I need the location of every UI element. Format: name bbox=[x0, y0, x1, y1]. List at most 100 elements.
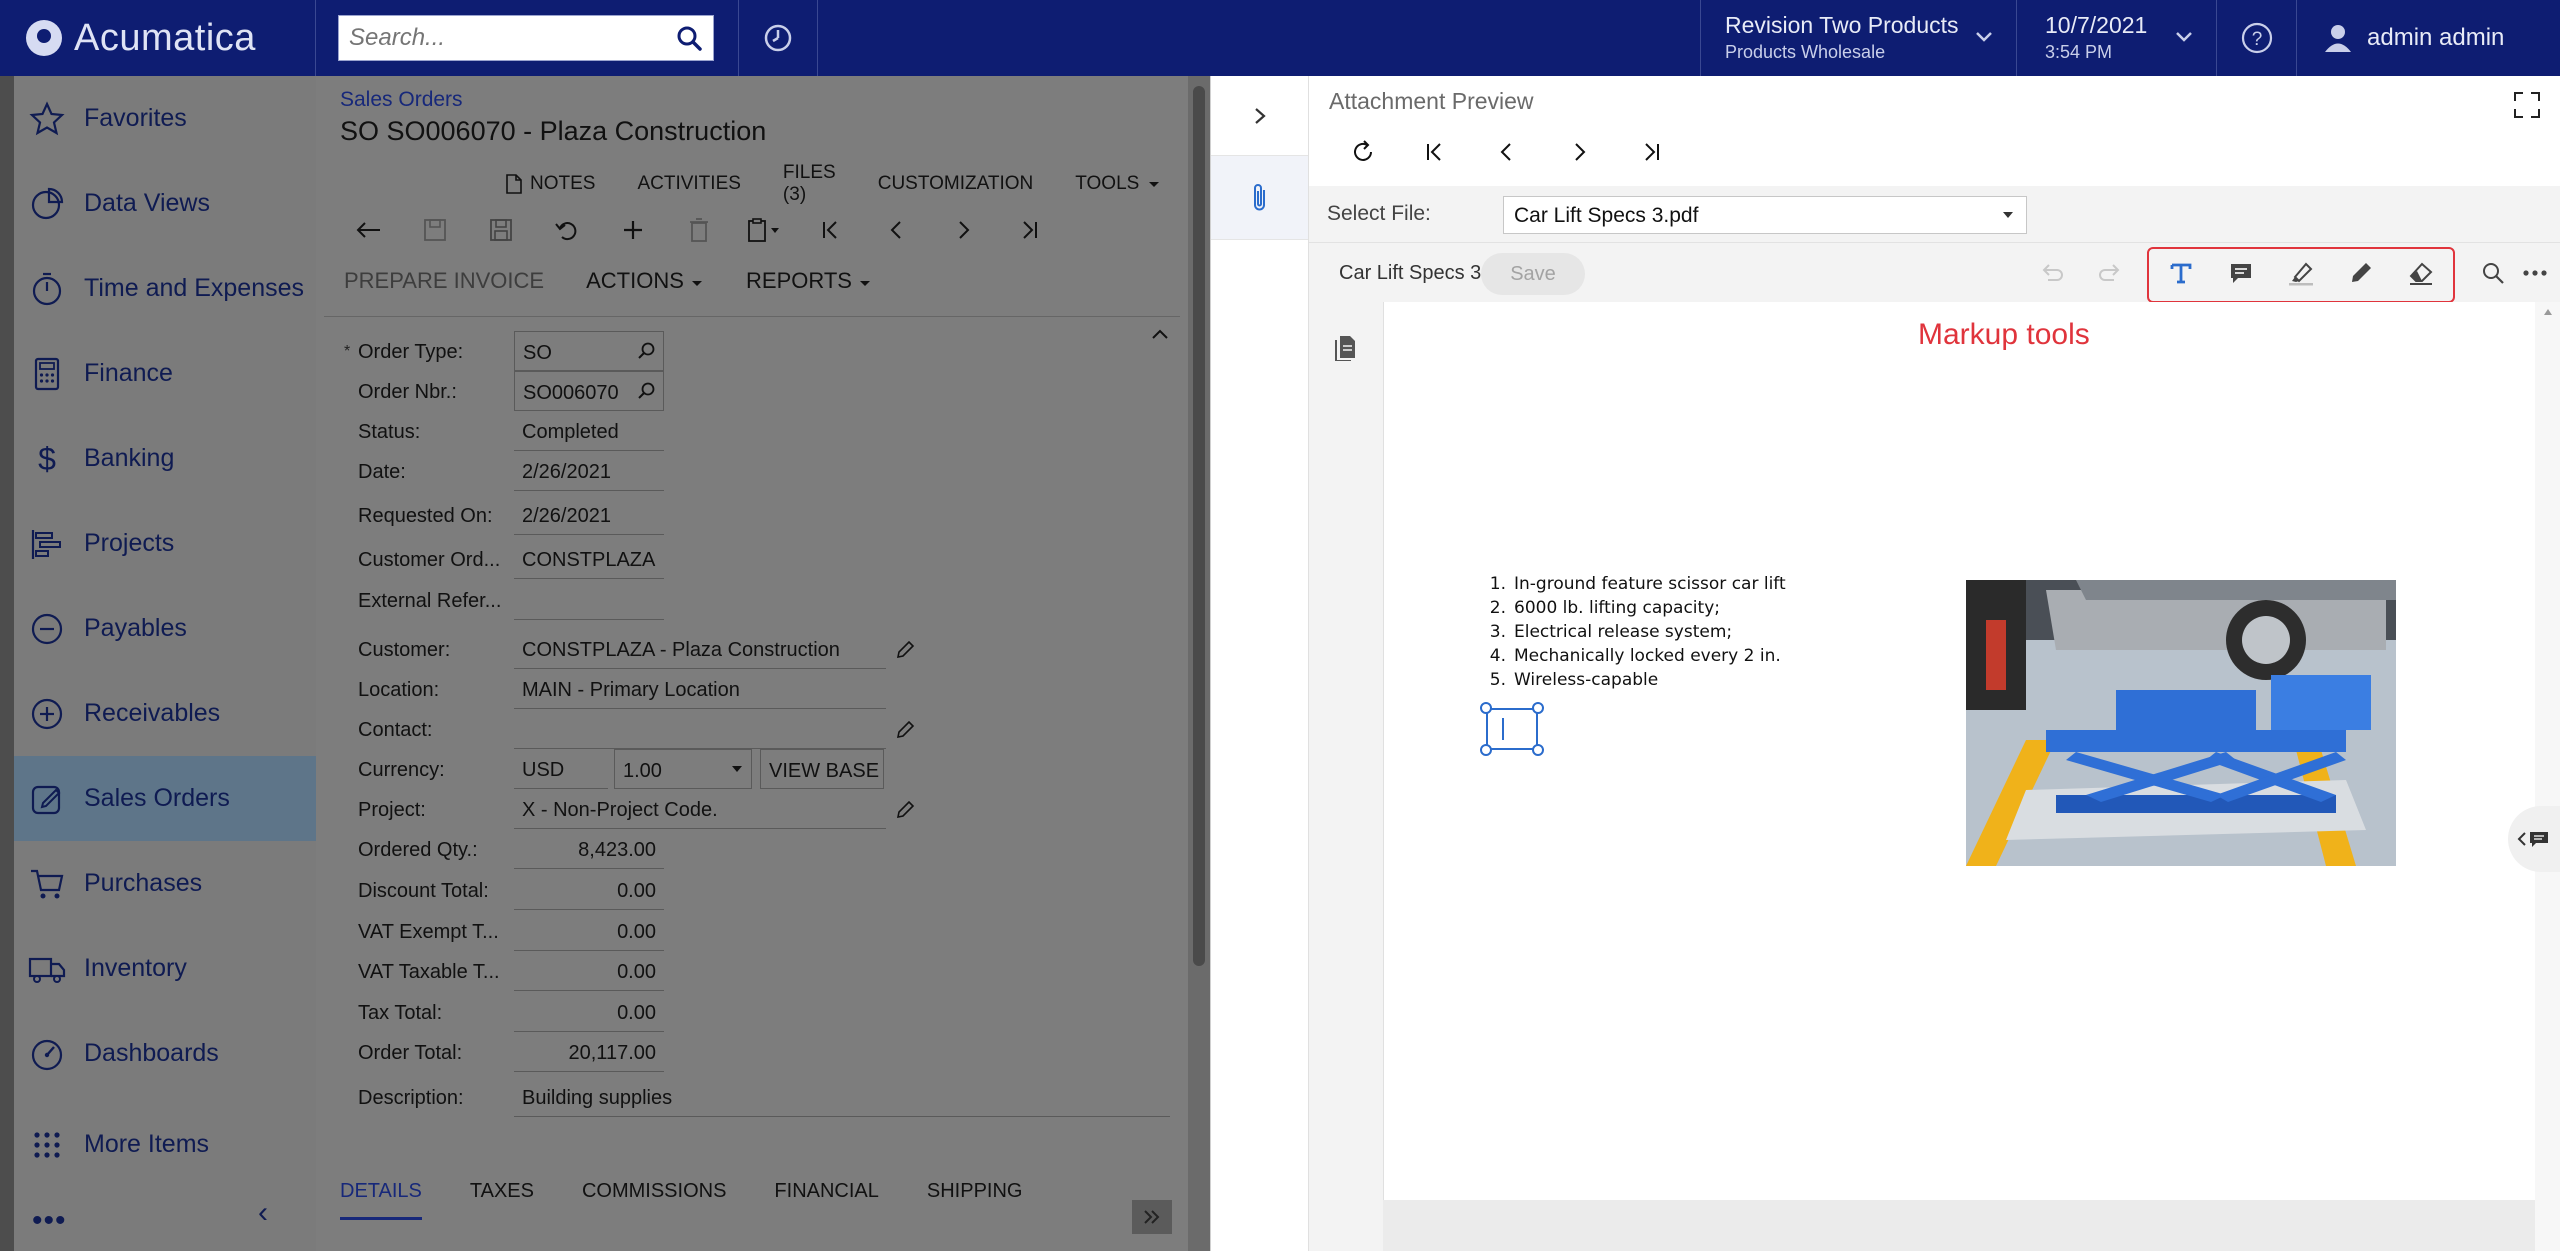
delete-button[interactable] bbox=[666, 210, 732, 250]
pencil-icon[interactable] bbox=[894, 639, 916, 661]
reports-menu[interactable]: REPORTS bbox=[746, 268, 872, 294]
customer-field[interactable]: CONSTPLAZA - Plaza Construction bbox=[514, 629, 886, 669]
app-logo[interactable]: Acumatica bbox=[0, 0, 316, 76]
scroll-up-icon[interactable] bbox=[2543, 308, 2553, 316]
save-button[interactable]: Save bbox=[1481, 253, 1585, 295]
sidebar-item-favorites[interactable]: Favorites bbox=[14, 76, 316, 161]
sidebar-item-sales-orders[interactable]: Sales Orders bbox=[14, 756, 316, 841]
save-close-button[interactable] bbox=[402, 210, 468, 250]
search-document-button[interactable] bbox=[2473, 255, 2513, 291]
copy-paste-button[interactable] bbox=[732, 210, 798, 250]
customer-ord-field[interactable]: CONSTPLAZA bbox=[514, 539, 664, 579]
highlight-tool-button[interactable] bbox=[2281, 255, 2321, 291]
requested-on-field[interactable]: 2/26/2021 bbox=[514, 495, 664, 535]
pencil-icon[interactable] bbox=[894, 719, 916, 741]
text-tool-button[interactable] bbox=[2161, 255, 2201, 291]
thumbnails-toggle[interactable] bbox=[1333, 334, 1357, 367]
prepare-invoice-button[interactable]: PREPARE INVOICE bbox=[344, 268, 544, 294]
external-ref-field[interactable] bbox=[514, 580, 664, 620]
document-scrollbar[interactable] bbox=[2535, 302, 2560, 1251]
tab-taxes[interactable]: TAXES bbox=[470, 1180, 534, 1220]
collapse-preview-button[interactable] bbox=[1211, 76, 1308, 156]
previous-file-button[interactable] bbox=[1471, 132, 1543, 172]
refresh-button[interactable] bbox=[1327, 132, 1399, 172]
resize-handle[interactable] bbox=[1532, 702, 1544, 714]
fullscreen-button[interactable] bbox=[2512, 90, 2542, 125]
tab-commissions[interactable]: COMMISSIONS bbox=[582, 1180, 726, 1220]
pen-tool-button[interactable] bbox=[2341, 255, 2381, 291]
order-type-field[interactable]: SO bbox=[514, 331, 664, 371]
help-button[interactable]: ? bbox=[2216, 0, 2296, 76]
tab-details[interactable]: DETAILS bbox=[340, 1180, 422, 1220]
tab-financial[interactable]: FINANCIAL bbox=[774, 1180, 878, 1220]
sidebar-item-time-and-expenses[interactable]: Time and Expenses bbox=[14, 246, 316, 331]
text-box-annotation[interactable] bbox=[1480, 702, 1544, 756]
tools-menu[interactable]: TOOLS bbox=[1075, 162, 1161, 206]
order-nbr-field[interactable]: SO006070 bbox=[514, 371, 664, 411]
lookup-icon[interactable] bbox=[637, 381, 657, 401]
sidebar-more-button[interactable]: ••• bbox=[32, 1204, 67, 1238]
sidebar-item-payables[interactable]: Payables bbox=[14, 586, 316, 671]
lookup-icon[interactable] bbox=[637, 341, 657, 361]
tab-shipping[interactable]: SHIPPING bbox=[927, 1180, 1023, 1220]
back-button[interactable] bbox=[336, 210, 402, 250]
first-file-button[interactable] bbox=[1399, 132, 1471, 172]
sidebar-collapse-button[interactable]: ‹ bbox=[258, 1196, 268, 1230]
form-scrollbar[interactable] bbox=[1188, 76, 1210, 1251]
comment-tool-button[interactable] bbox=[2221, 255, 2261, 291]
resize-handle[interactable] bbox=[1532, 744, 1544, 756]
date-field[interactable]: 2/26/2021 bbox=[514, 451, 664, 491]
search-icon[interactable] bbox=[673, 22, 707, 56]
undo-markup-button[interactable] bbox=[2031, 255, 2071, 291]
contact-field[interactable] bbox=[514, 709, 886, 749]
company-selector[interactable]: Revision Two Products Products Wholesale bbox=[1700, 0, 2016, 76]
next-record-button[interactable] bbox=[930, 210, 996, 250]
save-icon-button[interactable] bbox=[468, 210, 534, 250]
location-field[interactable]: MAIN - Primary Location bbox=[514, 669, 886, 709]
attachments-tab[interactable] bbox=[1211, 156, 1308, 240]
first-record-button[interactable] bbox=[798, 210, 864, 250]
sidebar-item-inventory[interactable]: Inventory bbox=[14, 926, 316, 1011]
pencil-icon[interactable] bbox=[894, 799, 916, 821]
recent-history-button[interactable] bbox=[738, 0, 818, 76]
pdf-page[interactable]: 1. In-ground feature scissor car lift 2. 6… bbox=[1383, 302, 2535, 1200]
sidebar-item-dashboards[interactable]: Dashboards bbox=[14, 1011, 316, 1096]
search-input[interactable] bbox=[339, 24, 659, 52]
redo-markup-button[interactable] bbox=[2091, 255, 2131, 291]
view-base-button[interactable]: VIEW BASE bbox=[760, 749, 884, 789]
eraser-tool-button[interactable] bbox=[2401, 255, 2441, 291]
project-field[interactable]: X - Non-Project Code. bbox=[514, 789, 886, 829]
undo-button[interactable] bbox=[534, 210, 600, 250]
last-file-button[interactable] bbox=[1615, 132, 1687, 172]
last-record-button[interactable] bbox=[996, 210, 1062, 250]
previous-record-button[interactable] bbox=[864, 210, 930, 250]
sidebar-item-projects[interactable]: Projects bbox=[14, 501, 316, 586]
sidebar-item-data-views[interactable]: Data Views bbox=[14, 161, 316, 246]
next-file-button[interactable] bbox=[1543, 132, 1615, 172]
add-record-button[interactable] bbox=[600, 210, 666, 250]
sidebar-item-more-items[interactable]: More Items bbox=[14, 1102, 316, 1187]
breadcrumb[interactable]: Sales Orders bbox=[340, 88, 463, 112]
files-link[interactable]: FILES (3) bbox=[783, 162, 836, 206]
sidebar-item-purchases[interactable]: Purchases bbox=[14, 841, 316, 926]
more-tabs-button[interactable] bbox=[1132, 1200, 1172, 1234]
pencil-icon bbox=[2352, 263, 2371, 282]
sidebar-item-finance[interactable]: Finance bbox=[14, 331, 316, 416]
sidebar-item-banking[interactable]: $ Banking bbox=[14, 416, 316, 501]
actions-menu[interactable]: ACTIONS bbox=[586, 268, 704, 294]
external-ref-label: External Refer... bbox=[358, 590, 502, 612]
user-menu[interactable]: admin admin bbox=[2296, 0, 2560, 76]
notes-link[interactable]: NOTES bbox=[504, 162, 595, 206]
scrollbar-thumb[interactable] bbox=[1193, 86, 1205, 966]
customization-link[interactable]: CUSTOMIZATION bbox=[878, 162, 1034, 206]
resize-handle[interactable] bbox=[1480, 702, 1492, 714]
description-field[interactable]: Building supplies bbox=[514, 1077, 1170, 1117]
currency-rate-select[interactable]: 1.00 bbox=[614, 749, 752, 789]
business-date-selector[interactable]: 10/7/2021 3:54 PM bbox=[2016, 0, 2216, 76]
activities-link[interactable]: ACTIVITIES bbox=[637, 162, 740, 206]
more-options-button[interactable] bbox=[2515, 255, 2555, 291]
sidebar-item-receivables[interactable]: Receivables bbox=[14, 671, 316, 756]
currency-field[interactable]: USD bbox=[514, 749, 608, 789]
select-file-dropdown[interactable]: Car Lift Specs 3.pdf bbox=[1503, 196, 2027, 234]
resize-handle[interactable] bbox=[1480, 744, 1492, 756]
